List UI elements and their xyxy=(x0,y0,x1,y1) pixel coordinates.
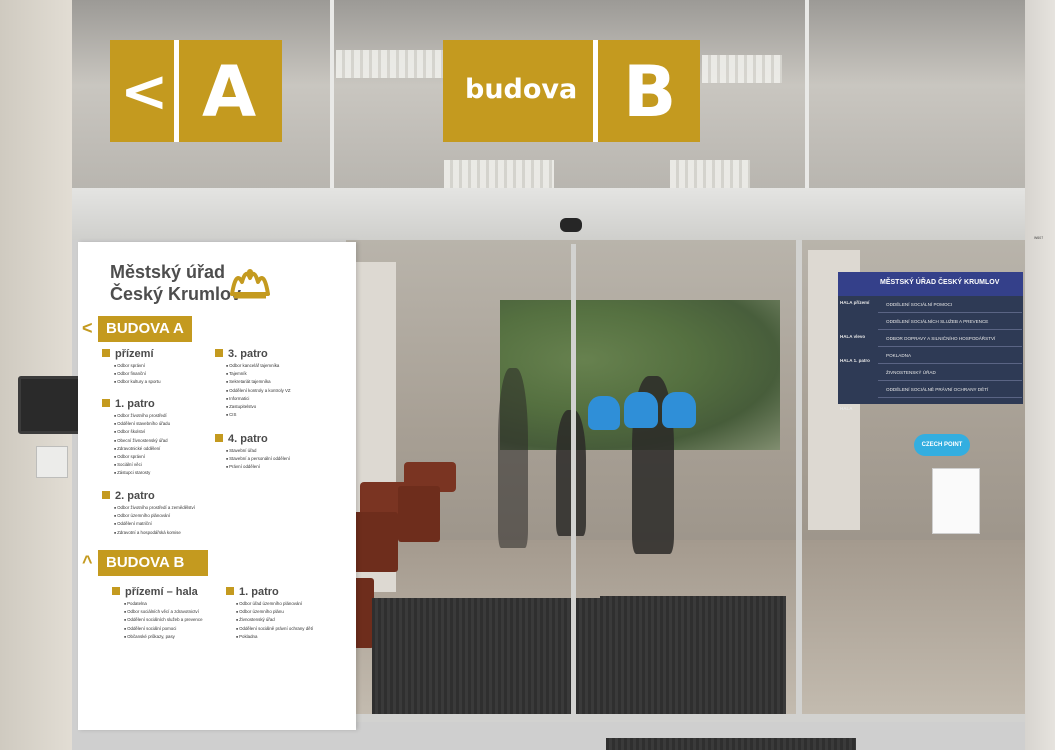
panel-title-line2: Český Krumlov xyxy=(110,284,242,304)
building-a-header: < BUDOVA A xyxy=(78,316,192,342)
floor-mat xyxy=(606,738,856,750)
door-threshold xyxy=(340,714,1025,722)
floor-item-list: Odbor kancelář tajemníka Tajemník Sekret… xyxy=(226,362,336,419)
floor-item-list: Odbor životního prostředí Oddělení stave… xyxy=(114,412,214,478)
window-mullion xyxy=(805,0,809,190)
ceiling-light xyxy=(702,55,782,83)
up-arrow-icon: ^ xyxy=(82,552,93,572)
floor-heading: 1. patro xyxy=(226,586,279,599)
floor-item-list: Odbor životního prostředí a zemědělství … xyxy=(114,504,234,537)
wall-switch-box xyxy=(36,446,68,478)
floor-item-list: Podatelna Odbor sociálních věcí a zdravo… xyxy=(124,600,224,641)
left-wall xyxy=(0,0,72,750)
floor-item-list: Odbor správní Odbor finanční Odbor kultu… xyxy=(114,362,214,387)
board-side-label: HALA vlevo xyxy=(840,334,866,339)
sign-building-a: < A xyxy=(110,40,282,142)
ceiling-light xyxy=(444,160,554,188)
board-row: ODDĚLENÍ SOCIÁLNÍCH SLUŽEB A PREVENCE xyxy=(878,314,1022,330)
left-arrow-icon: < xyxy=(82,318,93,338)
floor-heading: přízemí xyxy=(102,348,154,361)
security-camera xyxy=(560,218,582,232)
door-sticker xyxy=(662,392,696,428)
sign-word-budova: budova xyxy=(465,74,578,105)
board-row: ODDĚLENÍ SOCIÁLNÍ POMOCI xyxy=(878,297,1022,313)
waiting-chair xyxy=(352,512,398,572)
board-row: ODDĚLENÍ SOCIÁLNĚ PRÁVNÍ OCHRANY DĚTÍ xyxy=(878,382,1022,398)
sign-divider xyxy=(174,40,179,142)
floor-heading: 1. patro xyxy=(102,398,155,411)
right-wall xyxy=(1025,0,1055,750)
directory-board-title: MĚSTSKÝ ÚŘAD ČESKÝ KRUMLOV xyxy=(880,279,1000,286)
crown-logo-icon xyxy=(230,269,270,299)
window-mullion xyxy=(330,0,334,190)
person-silhouette xyxy=(498,368,528,548)
floor-heading: 2. patro xyxy=(102,490,155,503)
sign-letter-b: B xyxy=(623,51,677,133)
entrance-scene: W607 < A budova B Městský úřad Český Kru… xyxy=(0,0,1055,750)
waiting-chair xyxy=(398,486,440,542)
ceiling-light xyxy=(336,50,446,78)
sliding-door-frame xyxy=(796,240,802,720)
building-b-header: ^ BUDOVA B xyxy=(78,550,208,576)
door-sticker xyxy=(588,396,620,430)
building-a-label: BUDOVA A xyxy=(106,320,184,337)
building-b-label: BUDOVA B xyxy=(106,554,185,571)
floor-heading: 3. patro xyxy=(215,348,268,361)
floor-heading: 4. patro xyxy=(215,433,268,446)
sign-building-b: budova B xyxy=(443,40,700,142)
door-sticker xyxy=(624,392,658,428)
floor-item-list: Stavební úřad Stavební a personální oddě… xyxy=(226,447,336,472)
board-side-label: HALA přízemí xyxy=(840,300,870,305)
ceiling-light xyxy=(670,160,750,188)
sliding-door-edge[interactable] xyxy=(571,244,576,720)
floor-heading: přízemí – hala xyxy=(112,586,198,599)
czech-point-logo: CZECH POINT xyxy=(914,434,970,456)
panel-title-line1: Městský úřad xyxy=(110,262,226,282)
board-side-label: HALA 1. patro xyxy=(840,358,870,363)
door-notice-paper xyxy=(932,468,980,534)
left-arrow-icon: < xyxy=(120,57,169,125)
floor-mat xyxy=(600,596,786,716)
board-row: POKLADNA xyxy=(878,348,1022,364)
board-row: ŽIVNOSTENSKÝ ÚŘAD xyxy=(878,365,1022,381)
sign-divider xyxy=(593,40,598,142)
board-row: ODBOR DOPRAVY A SILNIČNÍHO HOSPODÁŘSTVÍ xyxy=(878,331,1022,347)
door-header-beam xyxy=(70,188,1055,240)
floor-item-list: Odbor úřad územního plánování Odbor územ… xyxy=(236,600,340,641)
sign-letter-a: A xyxy=(202,51,257,133)
board-side-label: HALA xyxy=(840,406,853,411)
wall-code: W607 xyxy=(1034,236,1044,240)
